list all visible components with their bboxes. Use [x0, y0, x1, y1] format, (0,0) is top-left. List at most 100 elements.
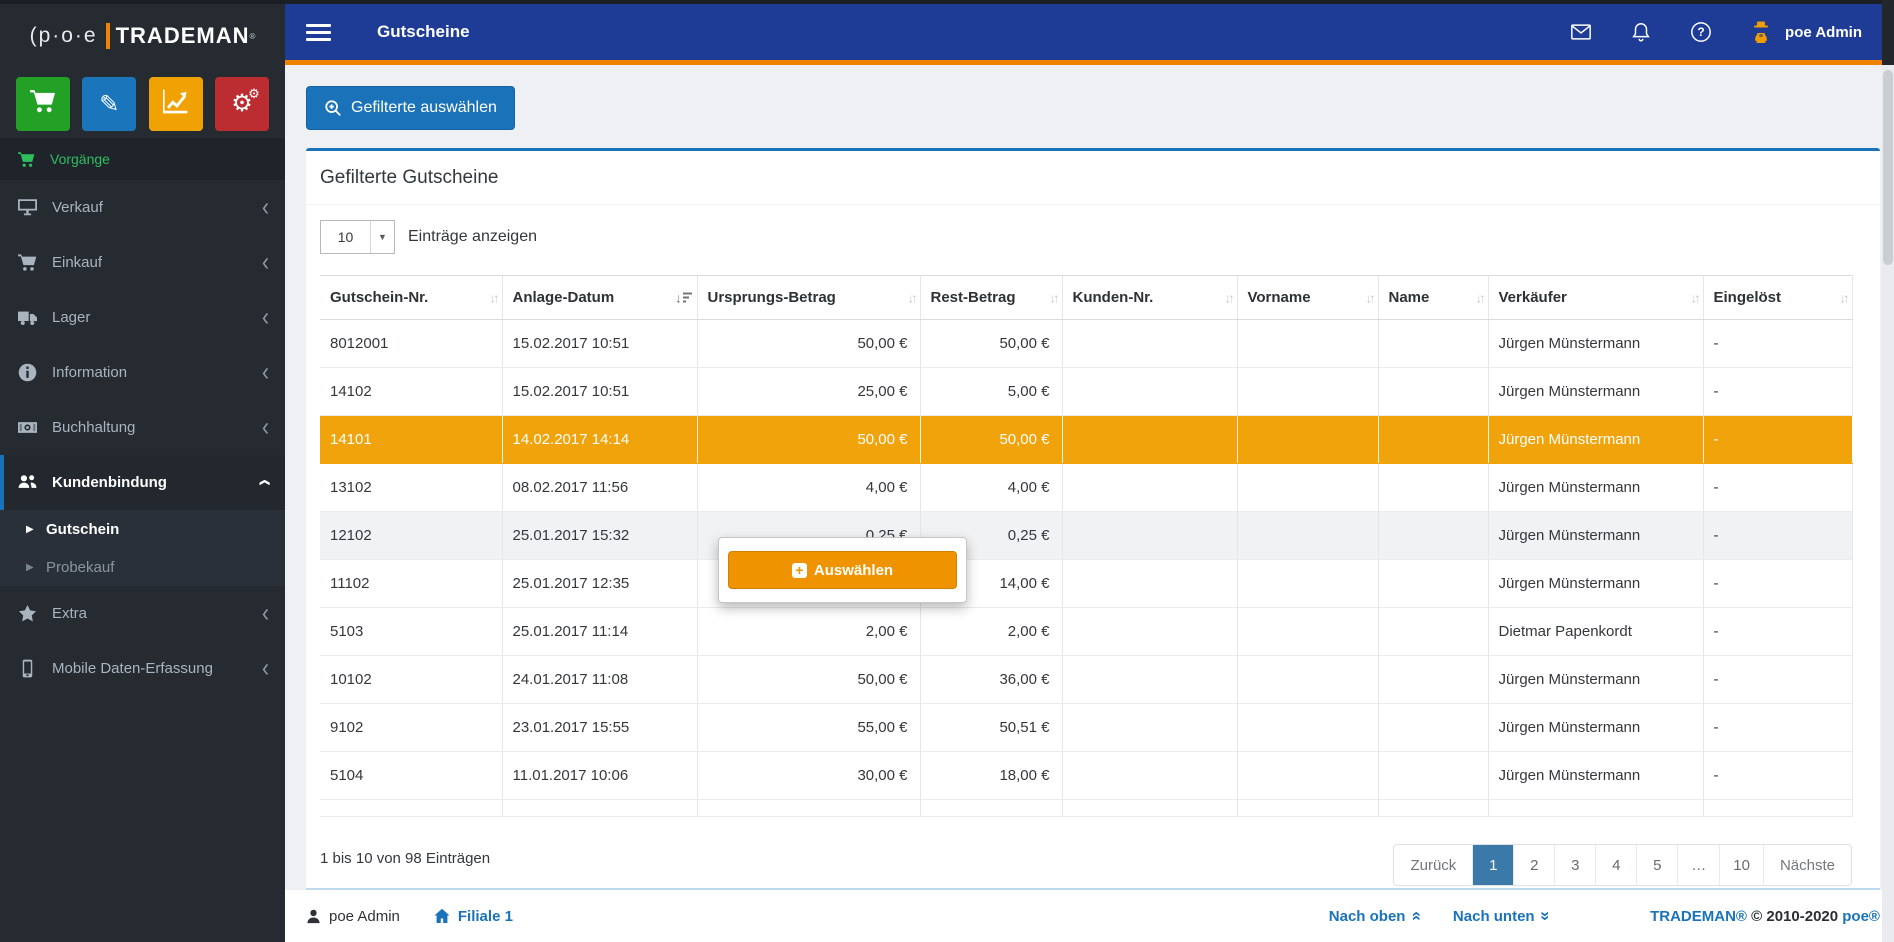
table-cell: - — [1703, 559, 1853, 608]
pagination-page[interactable]: 5 — [1636, 845, 1677, 885]
sidebar-submenu-kundenbindung: ▶ Gutschein ▶ Probekauf — [0, 510, 285, 586]
sidebar-item-label: Kundenbindung — [52, 474, 167, 491]
sort-icon: ↓↑ — [1049, 290, 1060, 305]
sidebar-item-verkauf[interactable]: Verkauf ‹ — [0, 180, 285, 235]
table-cell: 14102 — [320, 367, 503, 416]
table-row[interactable]: 14102 15.02.2017 10:51 25,00 €5,00 € Jürgen… — [320, 367, 1853, 416]
table-row[interactable]: 12102 25.01.2017 15:32 0.25 €0,25 € Jürgen … — [320, 511, 1853, 560]
table-cell — [1378, 799, 1489, 817]
user-menu[interactable]: poe Admin — [1749, 20, 1862, 44]
application-window: (p·o·e TRADEMAN ® ✎ ⚙ ⚙ Vorgänge Verkauf ‹ … — [0, 0, 1894, 942]
table-row[interactable]: 5103 25.01.2017 11:14 2,00 €2,00 € Dietmar … — [320, 607, 1853, 656]
column-header-gutschein-nr[interactable]: Gutschein-Nr. ↓↑ — [320, 275, 503, 320]
column-header-ursprungs-betrag[interactable]: Ursprungs-Betrag ↓↑ — [697, 275, 921, 320]
select-voucher-button[interactable]: + Auswählen — [728, 551, 957, 589]
table-cell: 24.01.2017 11:08 — [502, 655, 698, 704]
sidebar-item-kundenbindung[interactable]: Kundenbindung ‹ — [0, 455, 285, 510]
sidebar-subitem-gutschein[interactable]: ▶ Gutschein — [0, 510, 285, 548]
sort-icon: ↓↑ — [1839, 290, 1850, 305]
mobile-phone-icon — [18, 659, 42, 678]
column-label: Ursprungs-Betrag — [707, 289, 836, 306]
table-row[interactable]: 13102 08.02.2017 11:56 4,00 €4,00 € Jürgen … — [320, 463, 1853, 512]
table-cell — [1378, 463, 1489, 512]
sidebar-item-buchhaltung[interactable]: Buchhaltung ‹ — [0, 400, 285, 455]
table-row[interactable]: 9102 23.01.2017 15:55 55,00 €50,51 € Jürgen… — [320, 703, 1853, 752]
pagination-page[interactable]: 4 — [1595, 845, 1636, 885]
table-cell: - — [1703, 415, 1853, 464]
pagination-page[interactable]: 2 — [1513, 845, 1554, 885]
table-row[interactable]: 8012001 15.02.2017 10:51 50,00 €50,00 € Jür… — [320, 319, 1853, 368]
table-cell — [1237, 415, 1379, 464]
sidebar-item-information[interactable]: Information ‹ — [0, 345, 285, 400]
column-header-vorname[interactable]: Vorname ↓↑ — [1237, 275, 1379, 320]
sort-icon: ↓↑ — [1475, 290, 1486, 305]
column-header-anlage-datum[interactable]: Anlage-Datum ↓ — [502, 275, 698, 320]
pagination-page[interactable]: 3 — [1554, 845, 1595, 885]
table-cell — [1062, 319, 1238, 368]
scroll-to-top-link[interactable]: Nach oben » — [1329, 906, 1425, 926]
pagination: Zurück 1 2 3 4 5… 10 Nächste — [1393, 844, 1852, 886]
chevron-left-icon: ‹ — [262, 193, 269, 222]
quick-edit-button[interactable]: ✎ — [82, 77, 137, 131]
window-top-strip — [0, 0, 1894, 4]
table-row[interactable]: 14101 14.02.2017 14:14 50,00 €50,00 € Jürge… — [320, 415, 1853, 464]
sidebar-item-label: Buchhaltung — [52, 419, 136, 436]
filtered-select-button[interactable]: Gefilterte auswählen — [306, 86, 515, 130]
sidebar-item-extra[interactable]: Extra ‹ — [0, 586, 285, 641]
notifications-bell-icon[interactable] — [1629, 20, 1653, 44]
table-cell: 30,00 € — [697, 751, 921, 800]
sidebar-item-einkauf[interactable]: Einkauf ‹ — [0, 235, 285, 290]
brand-logo[interactable]: (p·o·e TRADEMAN ® — [0, 0, 285, 66]
row-action-popup: + Auswählen — [718, 537, 967, 603]
table-cell: 50,00 € — [697, 655, 921, 704]
pagination-prev[interactable]: Zurück — [1394, 845, 1472, 885]
column-header-name[interactable]: Name ↓↑ — [1378, 275, 1489, 320]
table-cell: Dietmar Papenkordt — [1488, 607, 1704, 656]
filtered-select-label: Gefilterte auswählen — [351, 99, 497, 116]
sidebar-subitem-probekauf[interactable]: ▶ Probekauf — [0, 548, 285, 586]
table-cell: 8012001 — [320, 319, 503, 368]
quick-chart-button[interactable] — [148, 77, 203, 131]
column-header-verkaeufer[interactable]: Verkäufer ↓↑ — [1488, 275, 1704, 320]
quick-cart-button[interactable] — [16, 77, 70, 131]
table-row[interactable]: 5104 11.01.2017 10:06 30,00 €18,00 € Jürgen… — [320, 751, 1853, 800]
table-cell — [1237, 367, 1379, 416]
table-cell: 15.02.2017 10:51 — [502, 319, 698, 368]
column-label: Name — [1388, 289, 1430, 306]
sidebar-item-label: Mobile Daten-Erfassung — [52, 660, 213, 677]
table-cell — [1378, 559, 1489, 608]
table-cell — [697, 799, 921, 817]
table-cell: - — [1703, 703, 1853, 752]
column-label: Anlage-Datum — [512, 289, 615, 306]
footer-branch-link[interactable]: Filiale 1 — [434, 908, 513, 925]
vertical-scrollbar[interactable] — [1882, 0, 1894, 942]
column-header-eingeloest[interactable]: Eingelöst ↓↑ — [1703, 275, 1853, 320]
page-length-label: Einträge anzeigen — [408, 228, 537, 245]
sidebar-item-lager[interactable]: Lager ‹ — [0, 290, 285, 345]
pagination-next[interactable]: Nächste — [1762, 845, 1851, 885]
messages-envelope-icon[interactable] — [1569, 20, 1593, 44]
pagination-page[interactable]: 10 — [1719, 845, 1763, 885]
copyright-brand: TRADEMAN® — [1650, 907, 1747, 925]
scroll-to-bottom-link[interactable]: Nach unten » — [1453, 906, 1555, 926]
vouchers-panel: Gefilterte Gutscheine 10 ▼ Einträge anze… — [306, 148, 1880, 890]
table-cell — [1237, 319, 1379, 368]
help-question-icon[interactable]: ? — [1689, 20, 1713, 44]
footer-user-label: poe Admin — [329, 907, 400, 925]
scrollbar-thumb[interactable] — [1883, 70, 1893, 265]
column-header-rest-betrag[interactable]: Rest-Betrag ↓↑ — [920, 275, 1063, 320]
column-header-kunden-nr[interactable]: Kunden-Nr. ↓↑ — [1062, 275, 1238, 320]
sidebar-item-mobile-daten-erfassung[interactable]: Mobile Daten-Erfassung ‹ — [0, 641, 285, 696]
page-length-select[interactable]: 10 ▼ — [320, 220, 395, 254]
select-voucher-label: Auswählen — [813, 561, 894, 579]
table-cell: 25.01.2017 11:14 — [502, 607, 698, 656]
chevron-left-icon: ‹ — [262, 358, 269, 387]
pagination-page[interactable]: 1 — [1472, 845, 1514, 885]
table-row[interactable]: 10102 24.01.2017 11:08 50,00 €36,00 € Jürge… — [320, 655, 1853, 704]
table-cell: 50,00 € — [920, 415, 1063, 464]
quick-settings-button[interactable]: ⚙ ⚙ — [214, 77, 269, 131]
table-row[interactable]: 11102 25.01.2017 12:35 14,00 € Jürgen Münst… — [320, 559, 1853, 608]
table-cell — [1062, 607, 1238, 656]
pagination-page[interactable]: … — [1677, 845, 1719, 885]
menu-toggle-button[interactable] — [306, 23, 331, 41]
